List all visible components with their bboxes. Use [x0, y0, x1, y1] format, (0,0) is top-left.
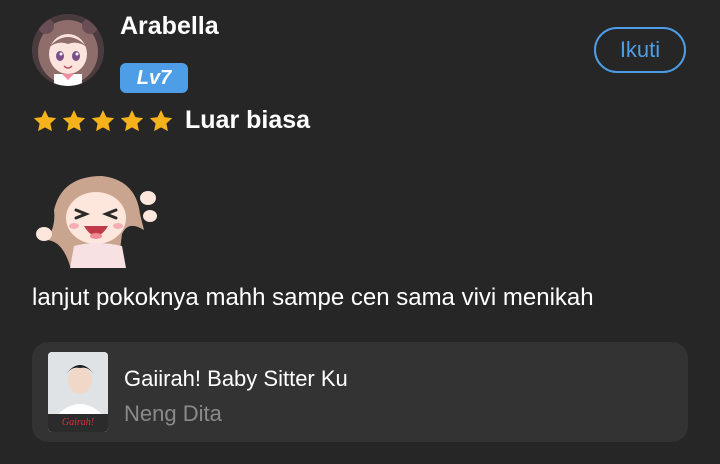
rating-label: Luar biasa — [185, 106, 311, 134]
star-icon — [91, 109, 115, 131]
follow-button[interactable]: Ikuti — [594, 27, 686, 73]
rating-row: Luar biasa — [32, 106, 310, 135]
comment-text: lanjut pokoknya mahh sampe cen sama vivi… — [32, 284, 594, 311]
star-icon — [62, 109, 86, 131]
cover-title-text: Gairah! — [62, 417, 94, 428]
book-title[interactable]: Gaiirah! Baby Sitter Ku — [124, 366, 348, 392]
book-cover: Gairah! — [48, 352, 108, 432]
star-icon — [149, 109, 173, 131]
star-icon — [120, 109, 144, 131]
username[interactable]: Arabella — [120, 12, 219, 41]
user-avatar[interactable] — [32, 14, 104, 86]
avatar-image — [32, 14, 104, 86]
sticker-icon — [32, 170, 160, 270]
review-item: Arabella Lv7 Ikuti Luar biasa lanjut pok… — [0, 0, 720, 464]
book-card[interactable]: Gairah! Gaiirah! Baby Sitter Ku Neng Dit… — [32, 342, 688, 442]
level-badge: Lv7 — [120, 63, 188, 93]
star-rating — [32, 108, 177, 134]
book-author: Neng Dita — [124, 401, 222, 426]
star-icon — [33, 109, 57, 131]
